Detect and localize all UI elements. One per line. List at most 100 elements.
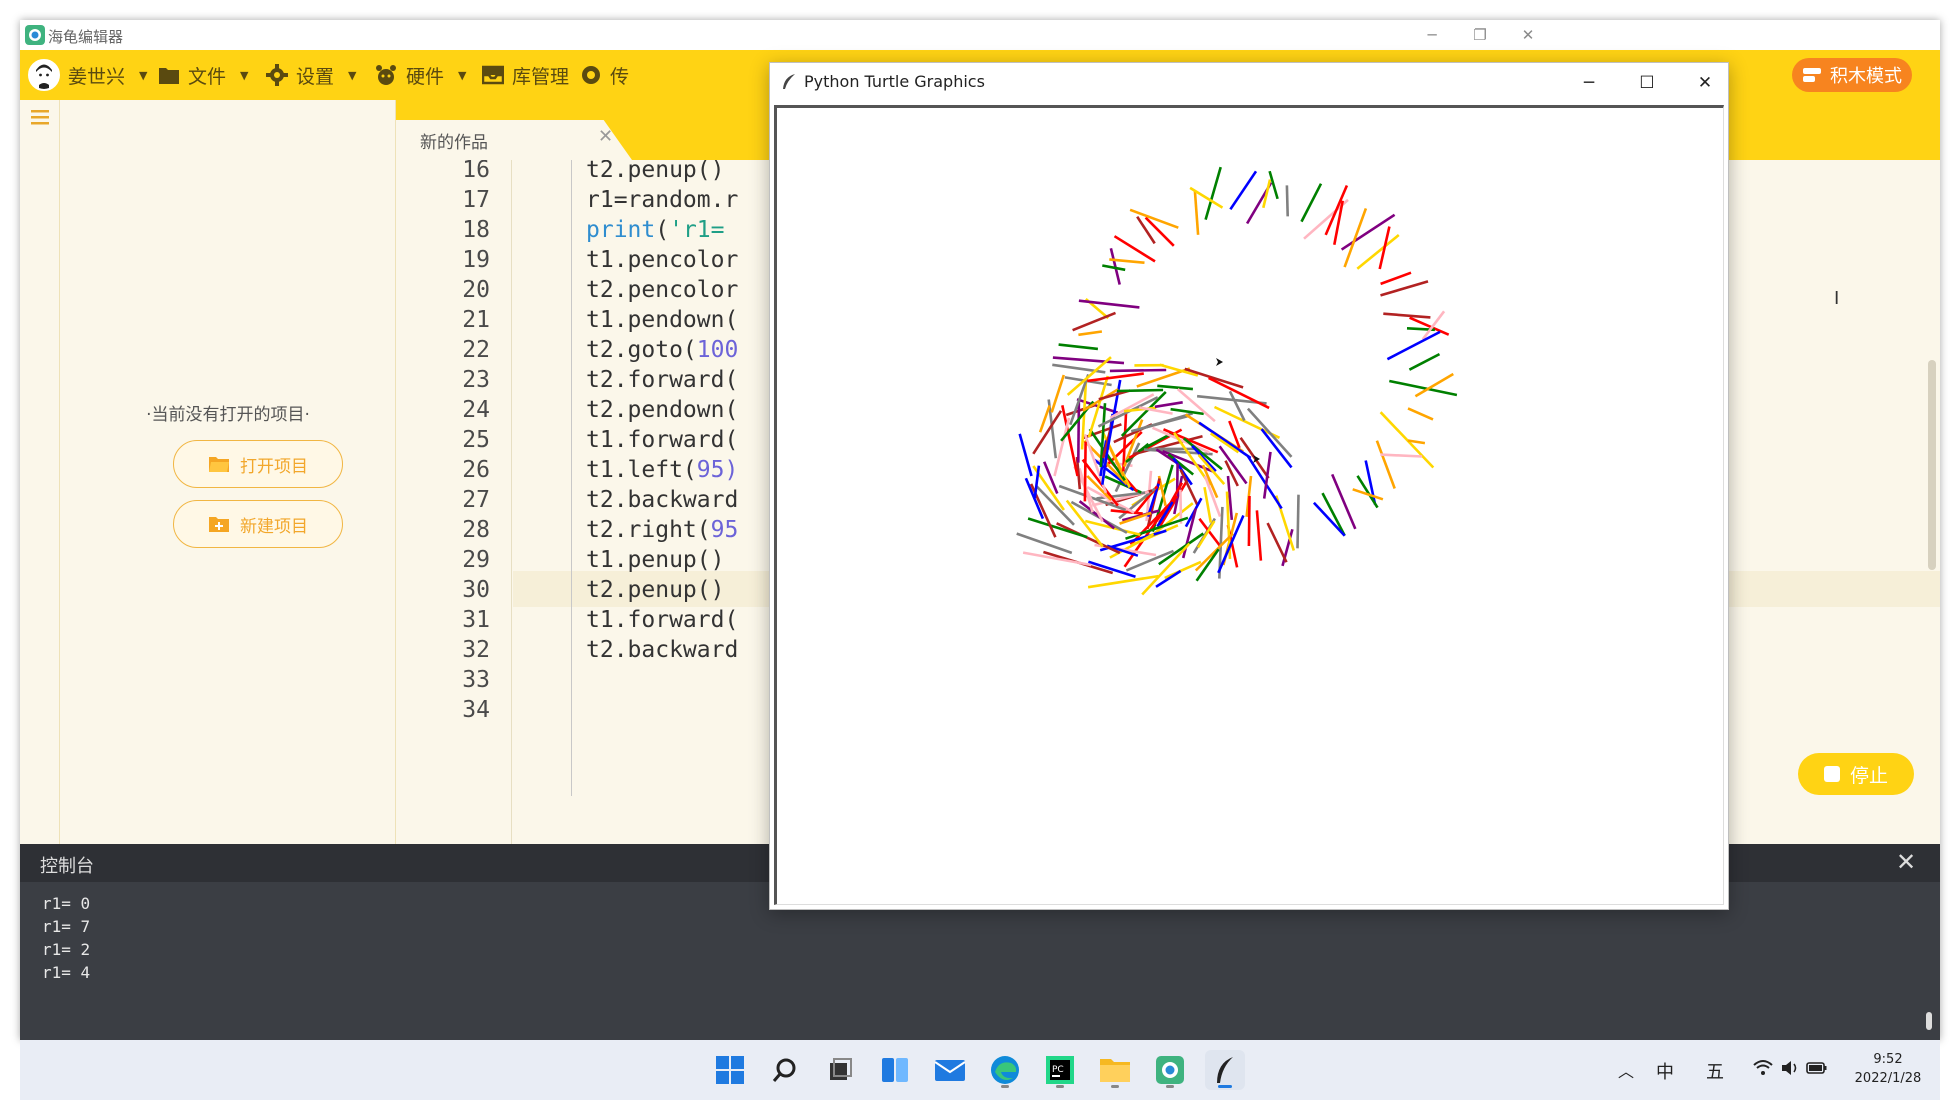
file-menu-label: 文件 [188,65,227,88]
editor-scrollbar[interactable] [1928,360,1936,570]
turtle-stroke [1285,185,1289,217]
python-feather-icon [783,74,795,89]
line-number: 27 [462,487,490,513]
turtle-stroke [1122,419,1144,468]
turtle-titlebar[interactable]: Python Turtle Graphics ─ ☐ ✕ [770,63,1728,103]
library-menu[interactable]: 库管理 [482,50,569,100]
turtle-window-title: Python Turtle Graphics [804,72,985,91]
settings-menu[interactable]: 设置 ▼ [266,50,356,100]
open-project-button[interactable]: 打开项目 [173,440,343,488]
running-indicator [1001,1085,1009,1088]
volume-icon[interactable] [1780,1059,1800,1077]
hardware-menu[interactable]: 硬件 ▼ [374,50,466,100]
turtle-stroke [1300,183,1323,223]
python-feather-icon[interactable] [1205,1050,1245,1090]
avatar-face-icon [31,62,57,89]
turtle-stroke [1408,352,1441,371]
tab-close-icon[interactable]: ✕ [598,126,613,147]
new-project-button[interactable]: 新建项目 [173,500,343,548]
start-icon[interactable] [710,1050,750,1090]
edge-icon[interactable] [985,1050,1025,1090]
code-text: t2.backward [586,637,739,663]
inbox-icon [482,65,504,85]
turtle-stroke [1058,343,1099,351]
stop-button[interactable]: 停止 [1798,753,1914,795]
turtle-editor-icon[interactable] [1150,1050,1190,1090]
search-icon[interactable] [765,1050,805,1090]
turtle-stroke [1375,440,1396,489]
line-number: 25 [462,427,490,453]
robot-icon [376,65,396,85]
turtle-stroke [1386,330,1441,361]
line-number: 22 [462,337,490,363]
code-text: t1.pendown( [586,307,739,333]
turtle-stroke [1184,367,1244,389]
line-number: 23 [462,367,490,393]
console-close-icon[interactable]: ✕ [1896,848,1916,876]
avatar [28,59,60,91]
turtle-maximize-button[interactable]: ☐ [1618,63,1676,103]
turtle-stroke [1204,166,1222,220]
line-number: 21 [462,307,490,333]
block-mode-button[interactable]: 积木模式 [1792,58,1912,92]
upload-menu-label: 传 [610,65,630,88]
upload-menu[interactable]: 传 [580,50,629,100]
user-menu[interactable]: 姜世兴 ▼ [28,50,147,100]
code-line: r1=random.r [586,187,738,213]
running-indicator [1056,1085,1064,1088]
line-number: 20 [462,277,490,303]
line-number: 19 [462,247,490,273]
project-panel: ·当前没有打开的项目· 打开项目 新建项目 [60,100,396,844]
code-number: 95 [710,517,739,543]
pycharm-icon[interactable]: PC [1040,1050,1080,1090]
tab-new-work[interactable]: 新的作品 ✕ [396,120,632,160]
desktop: 海龟编辑器 ─ ❐ ✕ 姜世兴 ▼ 文件 ▼ 设置 ▼ 硬件 ▼ 库管理 传 积… [0,0,1960,1120]
close-button[interactable]: ✕ [1500,20,1556,50]
windows-taskbar: PC ︿ 中 五 9:52 2022/1/28 [20,1040,1940,1100]
text-cursor-icon: I [1834,288,1840,309]
folder-add-icon [209,517,229,532]
code-text: t2.right( [586,517,711,543]
file-explorer-icon[interactable] [1095,1050,1135,1090]
no-project-message: ·当前没有打开的项目· [146,405,310,425]
turtle-stroke [1027,517,1088,539]
code-line: t2.pendown( [586,397,738,423]
wifi-icon[interactable] [1752,1059,1774,1077]
code-text: t1.pencolor [586,247,739,273]
code-text: t2.forward( [586,367,739,393]
code-line: t1.forward( [586,427,738,453]
turtle-cursor-icon [1216,358,1223,366]
turtle-stroke [1343,207,1368,268]
chevron-down-icon: ▼ [139,68,148,82]
battery-icon[interactable] [1806,1060,1828,1076]
turtle-canvas[interactable] [774,105,1724,905]
task-view-icon[interactable] [820,1050,860,1090]
turtle-minimize-button[interactable]: ─ [1560,63,1618,103]
line-number: 24 [462,397,490,423]
code-line: t2.goto(100 [586,337,738,363]
turtle-close-button[interactable]: ✕ [1676,63,1734,103]
turtle-stroke [1380,280,1429,297]
hamburger-menu-icon[interactable] [29,106,51,128]
file-menu[interactable]: 文件 ▼ [158,50,248,100]
code-number: 100 [696,337,739,363]
tab-label: 新的作品 [420,133,488,153]
turtle-stroke [1052,356,1125,365]
turtle-stroke [1266,522,1288,563]
widgets-icon[interactable] [875,1050,915,1090]
turtle-stroke [1038,405,1051,433]
window-titlebar[interactable]: 海龟编辑器 ─ ❐ ✕ [20,20,1940,50]
stop-label: 停止 [1849,764,1888,787]
console-scrollbar[interactable] [1926,1012,1932,1030]
console-output-line: r1= 0 [42,894,91,913]
line-number: 31 [462,607,490,633]
turtle-stroke [1407,407,1434,421]
mail-icon[interactable] [930,1050,970,1090]
ime-mode[interactable]: 五 [1706,1058,1724,1084]
ime-language[interactable]: 中 [1656,1058,1674,1084]
code-text: t2.pendown( [586,397,739,423]
svg-text:PC: PC [1052,1065,1064,1075]
open-project-label: 打开项目 [240,456,308,477]
chevron-up-icon[interactable]: ︿ [1618,1058,1634,1082]
system-clock[interactable]: 9:52 2022/1/28 [1848,1050,1928,1088]
